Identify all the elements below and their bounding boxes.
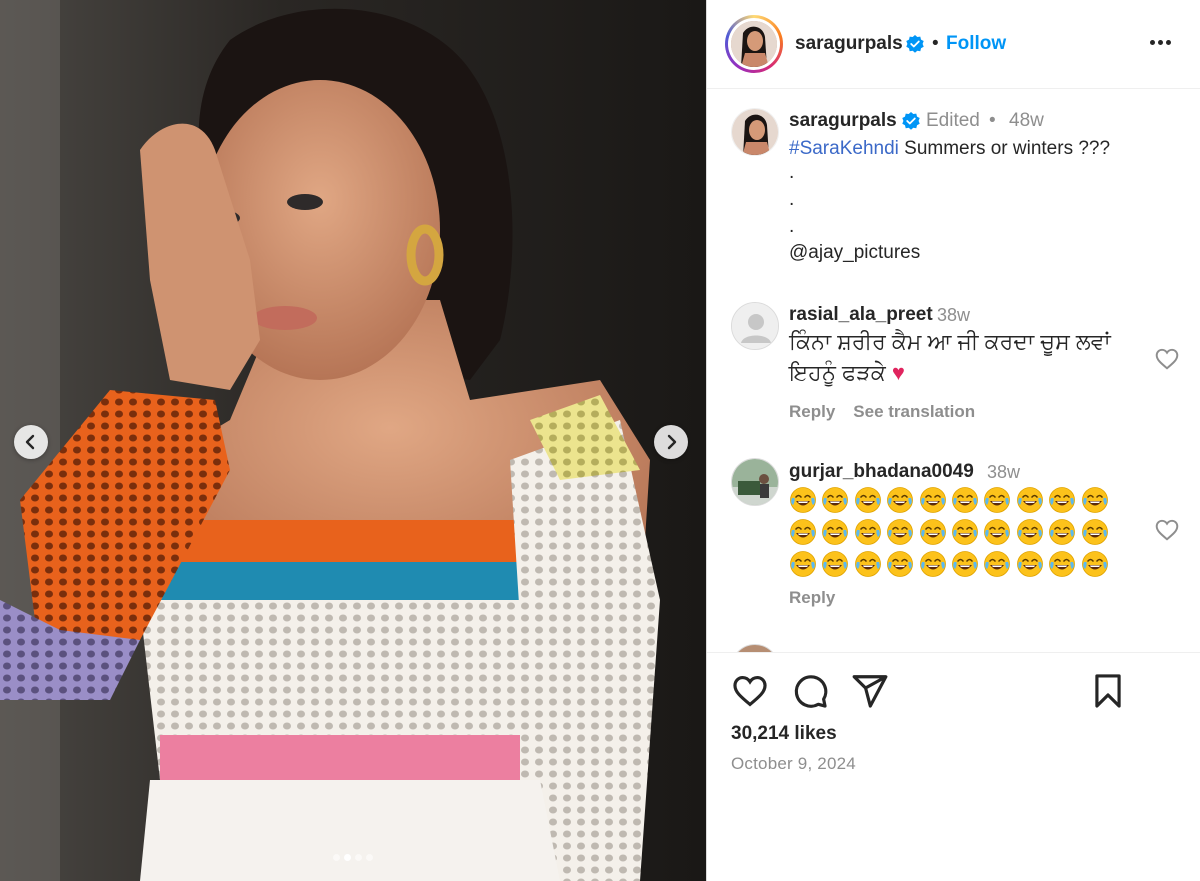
- comment-bubble-icon[interactable]: [791, 672, 829, 710]
- carousel-prev-button[interactable]: [14, 425, 48, 459]
- footer-divider: [707, 652, 1200, 653]
- share-paper-plane-icon[interactable]: [851, 672, 889, 710]
- post-action-bar: [731, 672, 1181, 712]
- tears-of-joy-emoji: [1016, 551, 1043, 577]
- caption-avatar[interactable]: [731, 108, 779, 156]
- tears-of-joy-emoji: [822, 551, 849, 577]
- see-translation-button[interactable]: See translation: [853, 402, 975, 422]
- comment-like-heart-icon[interactable]: [1154, 517, 1180, 543]
- caption-body: Summers or winters ???: [898, 138, 1111, 159]
- caption-mention[interactable]: @ajay_pictures: [789, 242, 920, 264]
- more-options-button[interactable]: [1145, 30, 1175, 54]
- carousel-dot: [355, 854, 362, 861]
- tears-of-joy-emoji: [1081, 551, 1108, 577]
- caption-text: #SaraKehndi Summers or winters ???: [789, 136, 1110, 162]
- tears-of-joy-emoji: [854, 519, 881, 545]
- avatar-photo: [731, 21, 777, 67]
- reply-button[interactable]: Reply: [789, 402, 835, 422]
- comment-timestamp[interactable]: 38w: [987, 462, 1020, 483]
- comment-username[interactable]: rasial_ala_preet: [789, 304, 933, 326]
- tears-of-joy-emoji: [1049, 519, 1076, 545]
- header-username[interactable]: saragurpals: [795, 33, 903, 55]
- tears-of-joy-emoji: [790, 519, 816, 545]
- comment-timestamp[interactable]: 38w: [937, 305, 970, 326]
- verified-badge-icon: [906, 35, 924, 53]
- verified-badge-icon: [902, 112, 920, 130]
- post-header: saragurpals • Follow: [707, 0, 1200, 89]
- tears-of-joy-emoji: [1081, 487, 1108, 513]
- tears-of-joy-emoji: [854, 551, 881, 577]
- default-avatar-icon: [732, 303, 778, 349]
- reply-button[interactable]: Reply: [789, 588, 835, 608]
- tears-of-joy-emoji: [984, 487, 1011, 513]
- carousel-next-button[interactable]: [654, 425, 688, 459]
- tears-of-joy-emoji: [790, 487, 816, 513]
- post-details-panel: saragurpals • Follow saragurpals Edited: [707, 0, 1200, 881]
- commenter-avatar[interactable]: [731, 302, 779, 350]
- carousel-dot-active: [344, 854, 351, 861]
- tears-of-joy-emoji: [1016, 519, 1043, 545]
- caption-username[interactable]: saragurpals: [789, 110, 897, 132]
- tears-of-joy-emoji: [952, 551, 978, 577]
- comment-username[interactable]: gurjar_bhadana0049: [789, 461, 974, 483]
- chevron-right-icon: [667, 434, 677, 450]
- tears-of-joy-emoji: [854, 487, 881, 513]
- like-heart-icon[interactable]: [731, 672, 769, 710]
- tears-of-joy-emoji: [1049, 487, 1076, 513]
- tears-of-joy-emoji: [887, 551, 914, 577]
- caption-hashtag[interactable]: #SaraKehndi: [789, 138, 899, 159]
- caption-edited-label: Edited: [926, 110, 980, 131]
- more-horizontal-icon: [1149, 39, 1155, 45]
- save-bookmark-icon[interactable]: [1089, 672, 1127, 710]
- red-heart-emoji: ♥: [891, 360, 905, 385]
- caption-timestamp[interactable]: 48w: [1009, 110, 1044, 132]
- profile-avatar[interactable]: [725, 15, 783, 73]
- carousel-dot: [366, 854, 373, 861]
- caption-dot-line: .: [789, 162, 795, 183]
- caption-dot-line: .: [789, 189, 795, 210]
- post-media[interactable]: [0, 0, 706, 881]
- post-date[interactable]: October 9, 2024: [731, 754, 856, 774]
- tears-of-joy-emoji: [1081, 519, 1108, 545]
- comment-text-line: ਇਹਨੂੰ ਫੜਕੇ ♥: [789, 360, 905, 385]
- commenter-avatar[interactable]: [731, 458, 779, 506]
- comments-list[interactable]: saragurpals Edited • 48w #SaraKehndi Sum…: [707, 90, 1200, 652]
- commenter-avatar-partial[interactable]: [731, 644, 779, 652]
- likes-count[interactable]: 30,214 likes: [731, 723, 837, 745]
- tears-of-joy-emoji: [919, 519, 946, 545]
- tears-of-joy-emoji: [919, 551, 946, 577]
- comment-like-heart-icon[interactable]: [1154, 346, 1180, 372]
- tears-of-joy-emoji: [984, 551, 1011, 577]
- chevron-left-icon: [25, 434, 35, 450]
- post-photo: [0, 0, 706, 881]
- comment-actions: Reply See translation: [789, 402, 975, 422]
- caption-dot-line: .: [789, 216, 795, 237]
- tears-of-joy-emoji: [984, 519, 1011, 545]
- tears-of-joy-emoji: [919, 487, 946, 513]
- follow-button[interactable]: Follow: [946, 33, 1006, 55]
- tears-of-joy-emoji: [1016, 487, 1043, 513]
- caption-separator: •: [989, 110, 996, 131]
- comment-emoji-text: [789, 486, 1119, 578]
- comment-actions: Reply: [789, 588, 835, 608]
- tears-of-joy-emoji: [952, 487, 978, 513]
- carousel-dot: [333, 854, 340, 861]
- tears-of-joy-emoji: [1049, 551, 1076, 577]
- tears-of-joy-emoji: [790, 551, 816, 577]
- tears-of-joy-emoji: [887, 487, 914, 513]
- header-separator: •: [932, 33, 939, 54]
- tears-of-joy-emoji: [822, 519, 849, 545]
- comment-text-line: ਕਿੰਨਾ ਸ਼ਰੀਰ ਕੈਮ ਆ ਜੀ ਕਰਦਾ ਚੂਸ ਲਵਾਂ: [789, 329, 1111, 354]
- carousel-indicator: [0, 854, 706, 861]
- comment-text: ਕਿੰਨਾ ਸ਼ਰੀਰ ਕੈਮ ਆ ਜੀ ਕਰਦਾ ਚੂਸ ਲਵਾਂ ਇਹਨੂੰ…: [789, 326, 1149, 388]
- tears-of-joy-emoji: [822, 487, 849, 513]
- tears-of-joy-emoji: [952, 519, 978, 545]
- tears-of-joy-emoji: [887, 519, 914, 545]
